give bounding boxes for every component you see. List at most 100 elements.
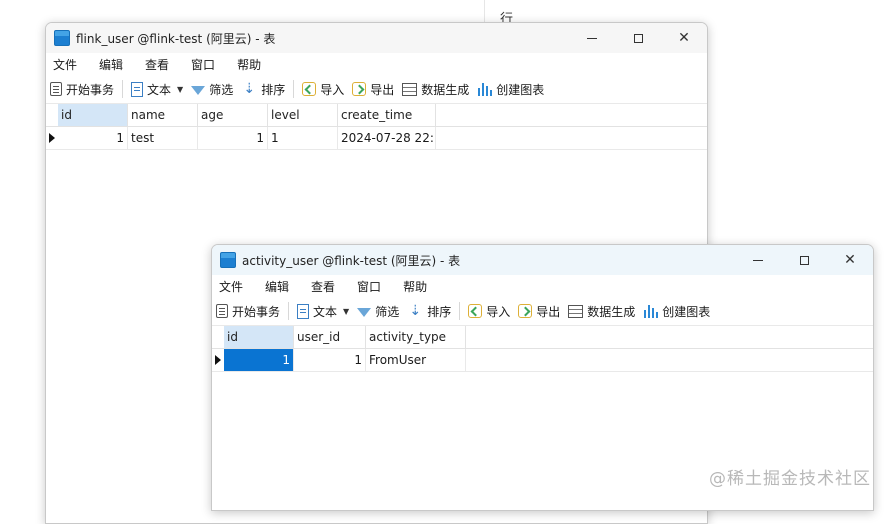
import-label: 导入 — [320, 82, 345, 97]
chart-icon — [643, 303, 659, 319]
filter-icon — [357, 307, 372, 317]
data-generation-icon — [402, 82, 418, 96]
cell-id[interactable]: 1 — [224, 349, 294, 371]
toolbar-separator — [288, 302, 290, 320]
cell-age[interactable]: 1 — [198, 127, 268, 149]
cell-user-id[interactable]: 1 — [294, 349, 366, 371]
table-icon — [220, 252, 236, 268]
export-label: 导出 — [370, 82, 395, 97]
create-chart-button[interactable]: 创建图表 — [643, 303, 710, 320]
window-title: activity_user @flink-test (阿里云) - 表 — [242, 253, 461, 268]
close-button[interactable]: ✕ — [661, 23, 707, 53]
column-header-user-id[interactable]: user_id — [294, 326, 366, 348]
chevron-down-icon: ▼ — [177, 84, 184, 94]
cell-name[interactable]: test — [128, 127, 198, 149]
toolbar-separator — [293, 80, 295, 98]
menu-window[interactable]: 窗口 — [357, 278, 381, 295]
title-bar[interactable]: activity_user @flink-test (阿里云) - 表 ✕ — [212, 245, 873, 275]
close-button[interactable]: ✕ — [827, 245, 873, 275]
maximize-icon — [633, 33, 643, 43]
data-generation-label: 数据生成 — [587, 304, 636, 319]
table-row[interactable]: 1 1 FromUser — [212, 349, 873, 372]
chevron-down-icon: ▼ — [343, 306, 350, 316]
menu-bar: 文件 编辑 查看 窗口 帮助 — [46, 53, 707, 75]
document-icon — [131, 81, 144, 97]
grid-header: id user_id activity_type — [212, 326, 873, 349]
data-generation-button[interactable]: 数据生成 — [568, 303, 635, 320]
filter-button[interactable]: 筛选 — [357, 303, 399, 320]
toolbar-separator — [122, 80, 124, 98]
text-label: 文本 — [147, 82, 172, 97]
data-grid: id name age level create_time 1 test 1 1… — [46, 104, 707, 150]
sort-button[interactable]: ⇣ 排序 — [407, 303, 451, 320]
transaction-icon — [216, 304, 228, 318]
menu-view[interactable]: 查看 — [145, 56, 169, 73]
filter-button[interactable]: 筛选 — [191, 81, 233, 98]
export-button[interactable]: 导出 — [518, 303, 560, 320]
create-chart-label: 创建图表 — [662, 304, 711, 319]
column-header-create-time[interactable]: create_time — [338, 104, 436, 126]
menu-help[interactable]: 帮助 — [237, 56, 261, 73]
export-label: 导出 — [536, 304, 561, 319]
begin-transaction-button[interactable]: 开始事务 — [216, 303, 280, 320]
export-icon — [518, 304, 533, 318]
data-generation-label: 数据生成 — [421, 82, 470, 97]
import-button[interactable]: 导入 — [468, 303, 510, 320]
close-icon: ✕ — [844, 252, 856, 268]
toolbar: 开始事务 文本 ▼ 筛选 ⇣ 排序 导入 导出 数据生成 创建图表 — [46, 75, 707, 104]
cell-id[interactable]: 1 — [58, 127, 128, 149]
maximize-button[interactable] — [615, 23, 661, 53]
menu-edit[interactable]: 编辑 — [99, 56, 123, 73]
text-button[interactable]: 文本 ▼ — [131, 81, 183, 98]
minimize-icon — [753, 259, 763, 261]
sort-icon: ⇣ — [243, 81, 256, 97]
column-header-activity-type[interactable]: activity_type — [366, 326, 466, 348]
sort-label: 排序 — [261, 82, 286, 97]
text-button[interactable]: 文本 ▼ — [297, 303, 349, 320]
transaction-icon — [50, 82, 62, 96]
data-grid: id user_id activity_type 1 1 FromUser — [212, 326, 873, 372]
export-button[interactable]: 导出 — [352, 81, 394, 98]
begin-transaction-label: 开始事务 — [66, 82, 115, 97]
cell-activity-type[interactable]: FromUser — [366, 349, 466, 371]
maximize-icon — [799, 255, 809, 265]
maximize-button[interactable] — [781, 245, 827, 275]
menu-file[interactable]: 文件 — [53, 56, 77, 73]
cell-level[interactable]: 1 — [268, 127, 338, 149]
grid-header: id name age level create_time — [46, 104, 707, 127]
begin-transaction-button[interactable]: 开始事务 — [50, 81, 114, 98]
watermark: @稀土掘金技术社区 — [709, 469, 871, 489]
title-bar[interactable]: flink_user @flink-test (阿里云) - 表 ✕ — [46, 23, 707, 53]
menu-window[interactable]: 窗口 — [191, 56, 215, 73]
menu-file[interactable]: 文件 — [219, 278, 243, 295]
column-header-name[interactable]: name — [128, 104, 198, 126]
sort-button[interactable]: ⇣ 排序 — [241, 81, 285, 98]
minimize-button[interactable] — [569, 23, 615, 53]
column-header-age[interactable]: age — [198, 104, 268, 126]
minimize-button[interactable] — [735, 245, 781, 275]
column-header-id[interactable]: id — [58, 104, 128, 126]
table-row[interactable]: 1 test 1 1 2024-07-28 22:1 — [46, 127, 707, 150]
document-icon — [297, 303, 310, 319]
toolbar-separator — [459, 302, 461, 320]
export-icon — [352, 82, 367, 96]
import-label: 导入 — [486, 304, 511, 319]
import-icon — [302, 82, 317, 96]
begin-transaction-label: 开始事务 — [232, 304, 281, 319]
column-header-id[interactable]: id — [224, 326, 294, 348]
menu-view[interactable]: 查看 — [311, 278, 335, 295]
filter-label: 筛选 — [209, 82, 234, 97]
column-header-level[interactable]: level — [268, 104, 338, 126]
menu-edit[interactable]: 编辑 — [265, 278, 289, 295]
filter-label: 筛选 — [375, 304, 400, 319]
menu-help[interactable]: 帮助 — [403, 278, 427, 295]
import-button[interactable]: 导入 — [302, 81, 344, 98]
cell-create-time[interactable]: 2024-07-28 22:1 — [338, 127, 436, 149]
current-row-indicator-icon — [46, 127, 58, 149]
create-chart-button[interactable]: 创建图表 — [477, 81, 544, 98]
create-chart-label: 创建图表 — [496, 82, 545, 97]
window-title: flink_user @flink-test (阿里云) - 表 — [76, 31, 276, 46]
table-icon — [54, 30, 70, 46]
current-row-indicator-icon — [212, 349, 224, 371]
data-generation-button[interactable]: 数据生成 — [402, 81, 469, 98]
